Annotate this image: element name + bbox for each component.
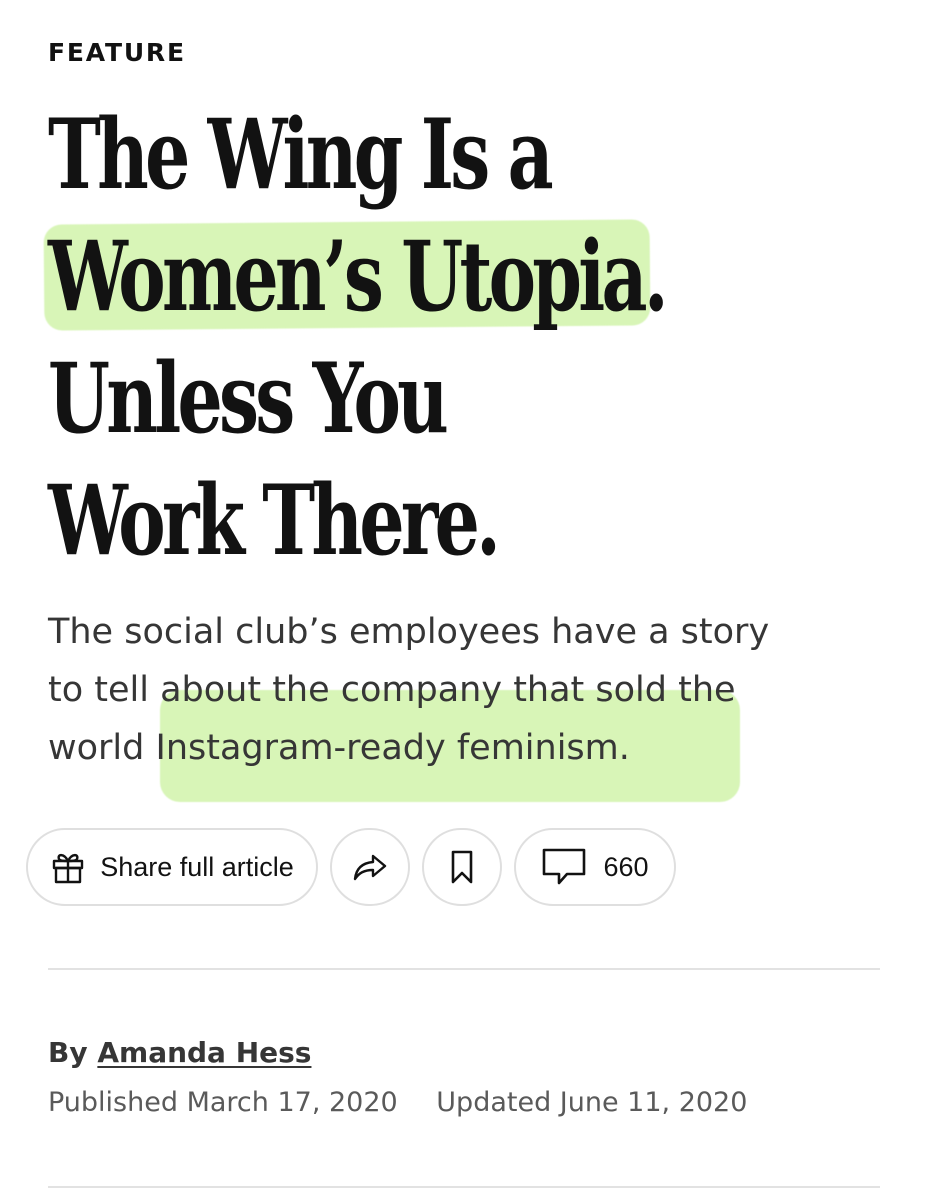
summary-line-3: world Instagram-ready feminism.	[48, 728, 630, 768]
headline-line-2: Women’s Utopia.	[48, 220, 669, 333]
share-button[interactable]	[330, 828, 410, 906]
share-full-article-label: Share full article	[100, 851, 294, 882]
share-full-article-button[interactable]: Share full article	[26, 828, 318, 906]
article-summary: The social club’s employees have a story…	[48, 603, 888, 777]
author-link[interactable]: Amanda Hess	[97, 1036, 311, 1069]
byline-prefix: By	[48, 1036, 88, 1069]
article-dates: Published March 17, 2020 Updated June 11…	[48, 1087, 747, 1118]
headline-line-4: Work There.	[48, 464, 501, 577]
published-date: Published March 17, 2020	[48, 1087, 398, 1118]
bookmark-button[interactable]	[422, 828, 502, 906]
divider	[48, 968, 880, 970]
share-arrow-icon	[352, 852, 388, 882]
article-kicker: FEATURE	[48, 38, 186, 67]
comments-button[interactable]: 660	[514, 828, 676, 906]
article-actions: Share full article 660	[26, 828, 676, 906]
article-headline: The Wing Is a Women’s Utopia. Unless You…	[48, 94, 669, 582]
summary-line-1: The social club’s employees have a story	[48, 612, 770, 652]
headline-line-3: Unless You	[48, 342, 449, 455]
updated-date: Updated June 11, 2020	[436, 1087, 748, 1118]
summary-line-2: to tell about the company that sold the	[48, 670, 736, 710]
headline-line-1: The Wing Is a	[48, 98, 554, 211]
bookmark-icon	[449, 849, 475, 885]
byline: By Amanda Hess	[48, 1036, 311, 1069]
comment-icon	[541, 847, 587, 887]
gift-icon	[50, 849, 86, 885]
divider	[48, 1186, 880, 1188]
comment-count: 660	[603, 851, 649, 882]
